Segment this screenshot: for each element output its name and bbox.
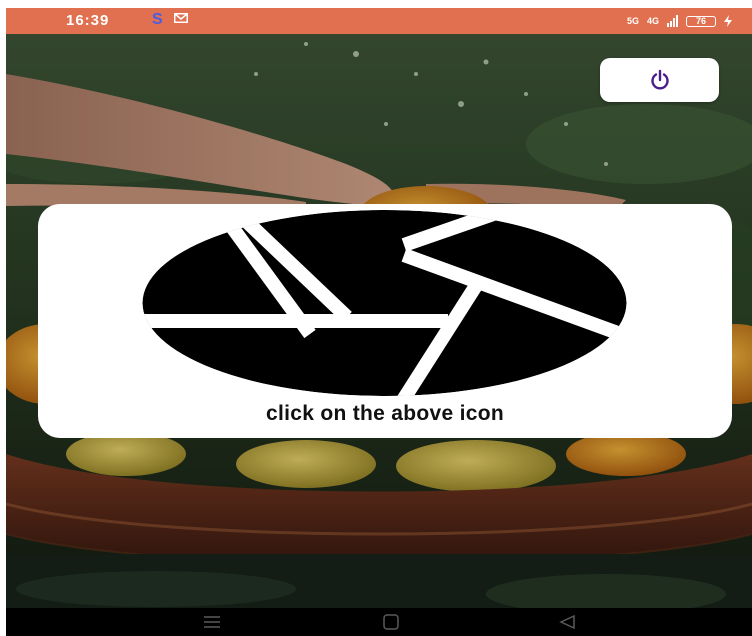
signal-strength-icon xyxy=(667,15,678,27)
power-button[interactable] xyxy=(600,58,719,102)
menu-icon[interactable] xyxy=(202,614,222,630)
status-bar: 16:39 S 5G 4G 76 xyxy=(6,8,752,34)
network-type-1: 5G xyxy=(626,16,639,26)
status-indicators: 5G 4G 76 xyxy=(627,13,732,29)
system-navigation-bar xyxy=(6,608,752,636)
status-time: 16:39 xyxy=(66,12,110,29)
charging-icon xyxy=(724,15,732,27)
power-icon xyxy=(650,69,669,90)
mail-icon xyxy=(174,13,188,23)
phone-screen: 16:39 S 5G 4G 76 click on the above icon xyxy=(6,8,752,636)
instruction-caption: click on the above icon xyxy=(266,402,504,425)
battery-icon: 76 xyxy=(686,15,716,27)
home-icon[interactable] xyxy=(382,614,400,630)
battery-level: 76 xyxy=(695,15,706,26)
camera-card: click on the above icon xyxy=(38,204,732,438)
back-icon[interactable] xyxy=(558,614,576,630)
app-notification-badge: S xyxy=(152,11,163,28)
network-type-2: 4G xyxy=(646,16,659,26)
camera-shutter-icon[interactable] xyxy=(142,210,627,396)
